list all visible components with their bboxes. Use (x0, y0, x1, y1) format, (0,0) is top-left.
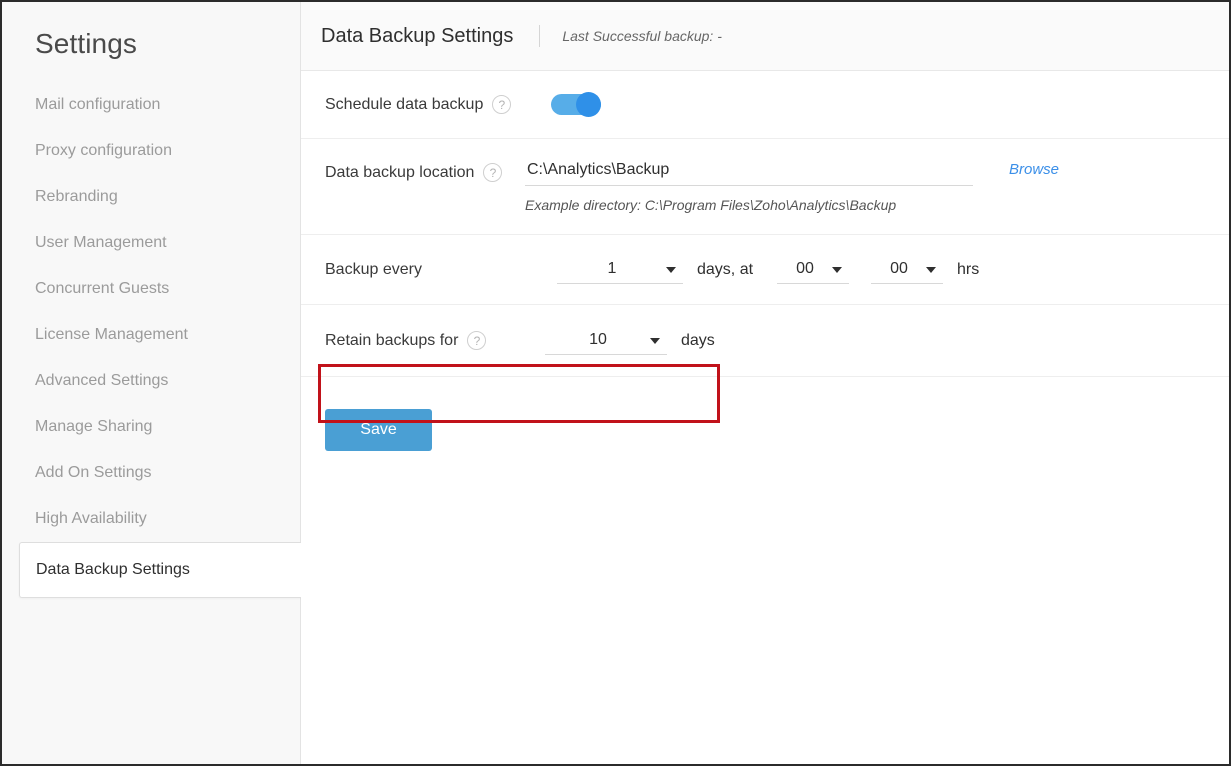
row-retain-backups: Retain backups for ? 10 days (301, 305, 1229, 377)
retain-backups-days-value: 10 (553, 331, 643, 349)
row-data-backup-location: Data backup location ? Example directory… (301, 139, 1229, 235)
chevron-down-icon (650, 338, 660, 344)
sidebar-item-data-backup-settings[interactable]: Data Backup Settings (19, 542, 301, 598)
sidebar-item-rebranding[interactable]: Rebranding (2, 174, 300, 220)
backup-time-unit: hrs (957, 261, 979, 279)
sidebar-nav-list: Mail configuration Proxy configuration R… (2, 82, 300, 598)
chevron-down-icon (666, 267, 676, 273)
sidebar-item-advanced-settings[interactable]: Advanced Settings (2, 358, 300, 404)
backup-every-days-unit: days, at (697, 261, 753, 279)
row-backup-every: Backup every 1 days, at 00 00 hrs (301, 235, 1229, 305)
toggle-knob (576, 92, 601, 117)
sidebar-item-mail-configuration[interactable]: Mail configuration (2, 82, 300, 128)
content-title: Data Backup Settings (321, 25, 513, 48)
chevron-down-icon (832, 267, 842, 273)
backup-every-days-value: 1 (565, 260, 659, 278)
chevron-down-icon (926, 267, 936, 273)
sidebar-item-high-availability[interactable]: High Availability (2, 496, 300, 542)
schedule-data-backup-toggle[interactable] (551, 94, 601, 115)
backup-time-hours-select[interactable]: 00 (777, 256, 849, 284)
data-backup-location-label: Data backup location (325, 164, 474, 182)
question-mark-icon[interactable]: ? (483, 163, 502, 182)
question-mark-icon[interactable]: ? (492, 95, 511, 114)
retain-backups-unit: days (681, 332, 715, 350)
sidebar-item-user-management[interactable]: User Management (2, 220, 300, 266)
last-backup-status: Last Successful backup: - (562, 28, 722, 44)
location-label-group: Data backup location ? (325, 161, 525, 182)
row-schedule-data-backup: Schedule data backup ? (301, 71, 1229, 139)
settings-form: Schedule data backup ? Data backup locat… (301, 71, 1229, 451)
schedule-label-group: Schedule data backup ? (325, 95, 525, 114)
save-area: Save (301, 377, 1229, 451)
location-example-hint: Example directory: C:\Program Files\Zoho… (525, 197, 973, 213)
save-button[interactable]: Save (325, 409, 432, 451)
page-title: Settings (2, 28, 300, 60)
backup-time-hours-value: 00 (785, 260, 825, 278)
sidebar-item-concurrent-guests[interactable]: Concurrent Guests (2, 266, 300, 312)
sidebar-item-license-management[interactable]: License Management (2, 312, 300, 358)
data-backup-location-input[interactable] (525, 161, 973, 186)
backup-every-label-group: Backup every (325, 261, 525, 279)
content-panel: Data Backup Settings Last Successful bac… (301, 2, 1229, 764)
sidebar-item-add-on-settings[interactable]: Add On Settings (2, 450, 300, 496)
retain-label-group: Retain backups for ? (325, 331, 525, 350)
header-divider (539, 25, 540, 47)
backup-time-minutes-value: 00 (879, 260, 919, 278)
settings-page: Settings Mail configuration Proxy config… (0, 0, 1231, 766)
settings-sidebar: Settings Mail configuration Proxy config… (2, 2, 301, 764)
backup-time-minutes-select[interactable]: 00 (871, 256, 943, 284)
browse-link[interactable]: Browse (1009, 161, 1059, 178)
content-header: Data Backup Settings Last Successful bac… (301, 2, 1229, 71)
backup-every-label: Backup every (325, 261, 422, 279)
location-field-group: Example directory: C:\Program Files\Zoho… (525, 161, 973, 213)
question-mark-icon[interactable]: ? (467, 331, 486, 350)
retain-backups-days-select[interactable]: 10 (545, 327, 667, 355)
sidebar-item-manage-sharing[interactable]: Manage Sharing (2, 404, 300, 450)
retain-backups-label: Retain backups for (325, 332, 458, 350)
backup-every-days-select[interactable]: 1 (557, 256, 683, 284)
schedule-data-backup-label: Schedule data backup (325, 96, 483, 114)
sidebar-item-proxy-configuration[interactable]: Proxy configuration (2, 128, 300, 174)
